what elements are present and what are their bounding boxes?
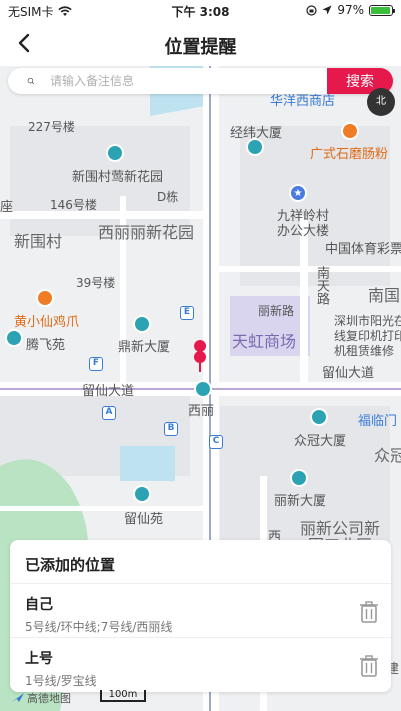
- map-logo: 高德地图: [12, 690, 71, 706]
- map-label: 西丽: [188, 404, 215, 419]
- map-scale: 100m: [100, 690, 146, 702]
- map-label: 39号楼: [76, 276, 116, 290]
- office-poi-icon[interactable]: [5, 329, 23, 347]
- metro-exit-e: E: [180, 306, 194, 320]
- search-icon: [27, 77, 34, 85]
- saved-locations-panel: 已添加的位置 自己 5号线/环中线;7号线/西丽线 上号 1号线/罗宝线: [10, 540, 391, 692]
- metro-exit-c: C: [209, 435, 223, 449]
- office-poi-icon[interactable]: [133, 315, 151, 333]
- battery-fill: [371, 6, 391, 14]
- office-poi-icon[interactable]: [290, 469, 308, 487]
- metro-exit-f: F: [89, 357, 103, 371]
- compass-icon[interactable]: 北: [367, 88, 395, 116]
- restaurant-poi-icon[interactable]: [341, 122, 359, 140]
- map-label: 留仙大道: [322, 366, 375, 381]
- map-label: 中国体育彩票: [325, 242, 401, 257]
- delete-icon[interactable]: [359, 600, 379, 624]
- map-label: 227号楼: [28, 120, 75, 134]
- amap-logo-icon: [12, 693, 24, 702]
- map-label: D栋: [157, 190, 179, 204]
- location-arrow-icon: [322, 5, 332, 15]
- map-label: 西丽丽新花园: [98, 223, 195, 242]
- office-poi-icon[interactable]: [310, 408, 328, 426]
- star-poi-icon[interactable]: ★: [289, 184, 307, 202]
- map-label: 新围村莺新花园: [72, 170, 164, 185]
- location-item[interactable]: 上号 1号线/罗宝线: [10, 638, 391, 692]
- map-label: 留仙大道: [82, 384, 135, 399]
- map-label: 座: [0, 200, 14, 215]
- office-poi-icon[interactable]: [106, 144, 124, 162]
- delete-icon[interactable]: [359, 654, 379, 678]
- map-label: 众冠大厦: [294, 434, 347, 449]
- page-title: 位置提醒: [164, 37, 237, 58]
- map-label: 经纬大厦: [230, 126, 283, 141]
- map-label: 办公大楼: [277, 224, 330, 239]
- map-label: 广式石磨肠粉: [310, 147, 389, 162]
- nav-bar: 位置提醒: [0, 22, 401, 66]
- panel-title: 已添加的位置: [10, 540, 391, 584]
- map-label: 机租赁维修: [334, 344, 395, 358]
- location-lines: 5号线/环中线;7号线/西丽线: [25, 620, 173, 634]
- orientation-lock-icon: [306, 4, 317, 16]
- location-lines: 1号线/罗宝线: [25, 674, 97, 688]
- map-label: 南天路: [314, 266, 329, 305]
- status-bar: 无SIM卡 下午 3:08 97%: [0, 0, 401, 22]
- search-input[interactable]: [50, 74, 327, 88]
- map-label: 丽新路: [258, 304, 295, 318]
- map-label: 众冠: [374, 446, 401, 465]
- map-label: 丽新大厦: [274, 494, 327, 509]
- location-name: 自己: [25, 597, 53, 613]
- search-bar: 搜索: [8, 68, 393, 94]
- battery-percent: 97%: [337, 3, 364, 17]
- map-label: 南国: [368, 286, 401, 305]
- restaurant-poi-icon[interactable]: [36, 289, 54, 307]
- metro-exit-a: A: [102, 406, 116, 420]
- map-logo-text: 高德地图: [27, 692, 71, 705]
- status-right: 97%: [306, 3, 395, 17]
- map-label: 留仙苑: [124, 512, 164, 527]
- map-label: 146号楼: [50, 198, 97, 212]
- battery-icon: [369, 4, 395, 16]
- map-label: 黄小仙鸡爪: [14, 315, 80, 330]
- metro-exit-b: B: [164, 422, 178, 436]
- map-label: 天虹商场: [232, 332, 297, 351]
- location-name: 上号: [25, 651, 53, 667]
- metro-station-icon[interactable]: [194, 380, 212, 398]
- location-item[interactable]: 自己 5号线/环中线;7号线/西丽线: [10, 584, 391, 638]
- office-poi-icon[interactable]: [133, 485, 151, 503]
- map-label: 鼎新大厦: [118, 340, 171, 355]
- map-label: 腾飞苑: [26, 338, 66, 353]
- screen: 无SIM卡 下午 3:08 97% 位置提醒 ★ E F A B C 华洋西商店…: [0, 0, 401, 711]
- map-label: 新围村: [14, 232, 63, 251]
- map-label: 福临门: [358, 414, 398, 429]
